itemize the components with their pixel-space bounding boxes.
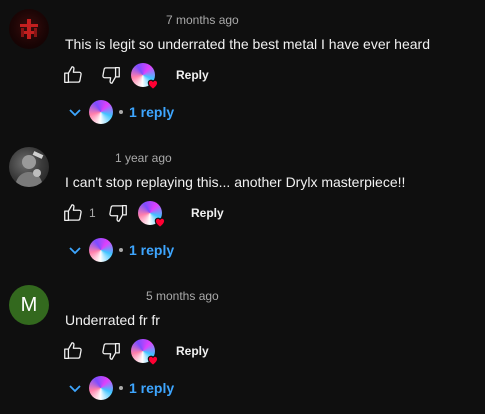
reply-button[interactable]: Reply: [176, 344, 209, 358]
timestamp[interactable]: 7 months ago: [166, 13, 239, 27]
thumbs-down-icon: [102, 343, 120, 360]
reply-button[interactable]: Reply: [191, 206, 224, 220]
view-replies-button[interactable]: 1 reply: [67, 238, 174, 262]
comment-thread: 1 year ago I can't stop replaying this..…: [0, 138, 485, 276]
dislike-button[interactable]: [99, 339, 123, 363]
comment-text: I can't stop replaying this... another D…: [65, 174, 406, 190]
comment-thread: 7 months ago This is legit so underrated…: [0, 0, 485, 138]
avatar[interactable]: M: [9, 285, 49, 325]
dislike-button[interactable]: [99, 63, 123, 87]
creator-heart-badge[interactable]: [137, 201, 165, 228]
heart-icon: [147, 355, 159, 366]
separator-dot: [119, 110, 123, 114]
replies-count: 1 reply: [129, 242, 175, 258]
comment-toolbar: [61, 63, 159, 90]
grey-figure-icon: [15, 151, 44, 187]
creator-avatar: [89, 238, 113, 262]
thumbs-up-icon: [64, 66, 82, 83]
thumbs-up-icon: [64, 342, 82, 359]
thumbs-up-icon: [64, 204, 82, 221]
avatar[interactable]: [9, 147, 49, 187]
timestamp[interactable]: 1 year ago: [115, 151, 172, 165]
chevron-down-icon: [69, 109, 81, 117]
creator-heart-badge[interactable]: [131, 339, 159, 366]
comment-text: Underrated fr fr: [65, 312, 160, 328]
comment-toolbar: 1: [61, 201, 165, 228]
thumbs-down-icon: [108, 205, 127, 222]
dislike-button[interactable]: [106, 201, 130, 225]
view-replies-button[interactable]: 1 reply: [67, 100, 174, 124]
like-button[interactable]: [61, 63, 85, 87]
timestamp[interactable]: 5 months ago: [146, 289, 219, 303]
comment-toolbar: [61, 339, 159, 366]
reply-button[interactable]: Reply: [176, 68, 209, 82]
creator-avatar: [89, 100, 113, 124]
like-count: 1: [89, 206, 96, 220]
view-replies-button[interactable]: 1 reply: [67, 376, 174, 400]
like-button[interactable]: [61, 201, 85, 225]
replies-count: 1 reply: [129, 104, 175, 120]
chevron-down-icon: [69, 247, 81, 255]
separator-dot: [119, 248, 123, 252]
heart-icon: [147, 79, 159, 90]
comment-thread: M 5 months ago Underrated fr fr Reply 1 …: [0, 276, 485, 414]
red-glyph-icon: [20, 19, 38, 39]
creator-avatar: [89, 376, 113, 400]
chevron-down-icon: [69, 385, 81, 393]
separator-dot: [119, 386, 123, 390]
replies-count: 1 reply: [129, 380, 175, 396]
like-button[interactable]: [61, 339, 85, 363]
thumbs-down-icon: [102, 67, 120, 84]
avatar-letter: M: [20, 293, 38, 316]
avatar[interactable]: [9, 9, 49, 49]
comment-text: This is legit so underrated the best met…: [65, 36, 430, 52]
creator-heart-badge[interactable]: [131, 63, 159, 90]
heart-icon: [154, 217, 165, 228]
